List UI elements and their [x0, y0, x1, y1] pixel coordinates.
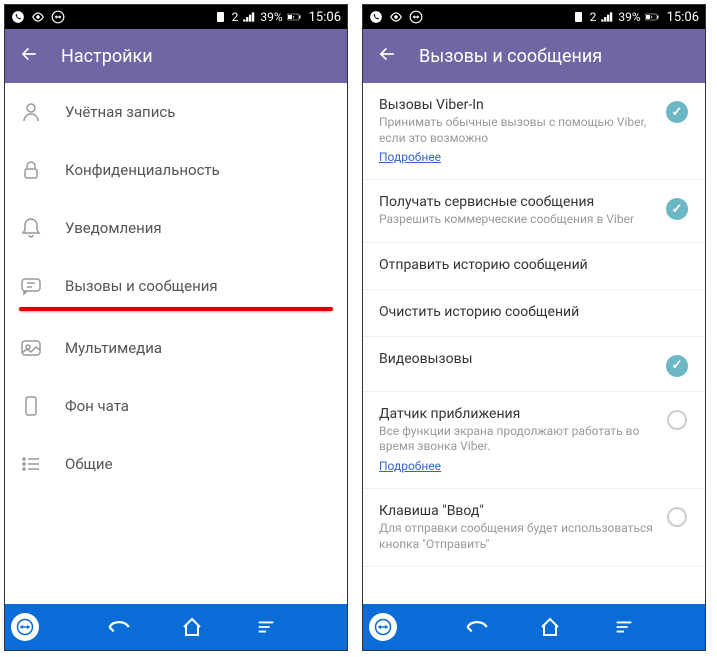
- setting-title: Вызовы Viber-In: [379, 97, 653, 113]
- signal-icon: [242, 10, 256, 24]
- setting-title: Датчик приближения: [379, 406, 653, 422]
- list-icon: [19, 452, 43, 476]
- header: Настройки: [5, 29, 347, 83]
- setting-viber-in[interactable]: Вызовы Viber-In Принимать обычные вызовы…: [363, 83, 705, 180]
- setting-title: Клавиша "Ввод": [379, 503, 653, 519]
- eye-icon: [389, 10, 403, 24]
- setting-desc: Все функции экрана продолжают работать в…: [379, 424, 653, 455]
- setting-service-messages[interactable]: Получать сервисные сообщения Разрешить к…: [363, 180, 705, 243]
- nav-back-button[interactable]: [103, 612, 133, 642]
- menu-label: Учётная запись: [65, 103, 175, 121]
- setting-enter-key[interactable]: Клавиша "Ввод" Для отправки сообщения бу…: [363, 489, 705, 567]
- setting-send-history[interactable]: Отправить историю сообщений: [363, 243, 705, 290]
- media-icon: [19, 336, 43, 360]
- radio-unchecked[interactable]: [667, 410, 687, 430]
- nav-recent-button[interactable]: [251, 612, 281, 642]
- teamviewer-icon[interactable]: [11, 613, 39, 641]
- eye-icon: [31, 10, 45, 24]
- battery-percent: 39%: [260, 10, 282, 24]
- settings-list: Учётная запись Конфиденциальность Уведом…: [5, 83, 347, 604]
- menu-item-privacy[interactable]: Конфиденциальность: [5, 141, 347, 199]
- clock: 15:06: [667, 10, 699, 25]
- phone-bg-icon: [19, 394, 43, 418]
- user-icon: [19, 100, 43, 124]
- more-link[interactable]: Подробнее: [379, 150, 441, 164]
- lock-icon: [19, 158, 43, 182]
- setting-desc: Принимать обычные вызовы с помощью Viber…: [379, 115, 653, 146]
- sim-icon: [572, 10, 586, 24]
- page-title: Настройки: [61, 46, 153, 67]
- page-title: Вызовы и сообщения: [419, 46, 602, 67]
- teamviewer-status-icon: [409, 10, 423, 24]
- menu-label: Фон чата: [65, 397, 129, 415]
- menu-label: Конфиденциальность: [65, 161, 220, 179]
- battery-icon: [287, 10, 301, 24]
- phone-left: 2 39% 15:06 Настройки Учётная запись Кон…: [4, 4, 348, 651]
- viber-icon: [11, 10, 25, 24]
- setting-title: Очистить историю сообщений: [379, 304, 689, 320]
- clock: 15:06: [309, 10, 341, 25]
- teamviewer-icon[interactable]: [369, 613, 397, 641]
- highlight-underline: [19, 307, 333, 311]
- signal-icon: [600, 10, 614, 24]
- setting-desc: Разрешить коммерческие сообщения в Viber: [379, 212, 653, 228]
- radio-unchecked[interactable]: [667, 507, 687, 527]
- menu-label: Общие: [65, 455, 113, 473]
- nav-bar: [5, 604, 347, 650]
- status-bar: 2 39% 15:06: [5, 5, 347, 29]
- setting-title: Видеовызовы: [379, 351, 653, 367]
- back-button[interactable]: [377, 44, 397, 68]
- menu-label: Вызовы и сообщения: [65, 277, 218, 295]
- bell-icon: [19, 216, 43, 240]
- checkbox-checked[interactable]: [666, 198, 688, 220]
- setting-proximity[interactable]: Датчик приближения Все функции экрана пр…: [363, 392, 705, 489]
- phone-right: 2 39% 15:06 Вызовы и сообщения Вызовы Vi…: [362, 4, 706, 651]
- nav-recent-button[interactable]: [609, 612, 639, 642]
- nav-home-button[interactable]: [535, 612, 565, 642]
- header: Вызовы и сообщения: [363, 29, 705, 83]
- setting-title: Получать сервисные сообщения: [379, 194, 653, 210]
- nav-back-button[interactable]: [461, 612, 491, 642]
- menu-item-account[interactable]: Учётная запись: [5, 83, 347, 141]
- setting-clear-history[interactable]: Очистить историю сообщений: [363, 290, 705, 337]
- viber-icon: [369, 10, 383, 24]
- menu-label: Уведомления: [65, 219, 162, 237]
- setting-title: Отправить историю сообщений: [379, 257, 689, 273]
- sim-icon: [214, 10, 228, 24]
- sim-number: 2: [590, 10, 597, 24]
- checkbox-checked[interactable]: [666, 101, 688, 123]
- more-link[interactable]: Подробнее: [379, 459, 441, 473]
- chat-icon: [19, 274, 43, 298]
- menu-item-general[interactable]: Общие: [5, 435, 347, 493]
- battery-percent: 39%: [618, 10, 640, 24]
- settings-detail-list: Вызовы Viber-In Принимать обычные вызовы…: [363, 83, 705, 604]
- teamviewer-status-icon: [51, 10, 65, 24]
- setting-desc: Для отправки сообщения будет использоват…: [379, 521, 653, 552]
- menu-item-notifications[interactable]: Уведомления: [5, 199, 347, 257]
- back-button[interactable]: [19, 44, 39, 68]
- menu-label: Мультимедиа: [65, 339, 162, 357]
- nav-home-button[interactable]: [177, 612, 207, 642]
- battery-icon: [645, 10, 659, 24]
- sim-number: 2: [232, 10, 239, 24]
- status-bar: 2 39% 15:06: [363, 5, 705, 29]
- checkbox-checked[interactable]: [666, 355, 688, 377]
- menu-item-chat-background[interactable]: Фон чата: [5, 377, 347, 435]
- setting-video-calls[interactable]: Видеовызовы: [363, 337, 705, 392]
- menu-item-multimedia[interactable]: Мультимедиа: [5, 319, 347, 377]
- nav-bar: [363, 604, 705, 650]
